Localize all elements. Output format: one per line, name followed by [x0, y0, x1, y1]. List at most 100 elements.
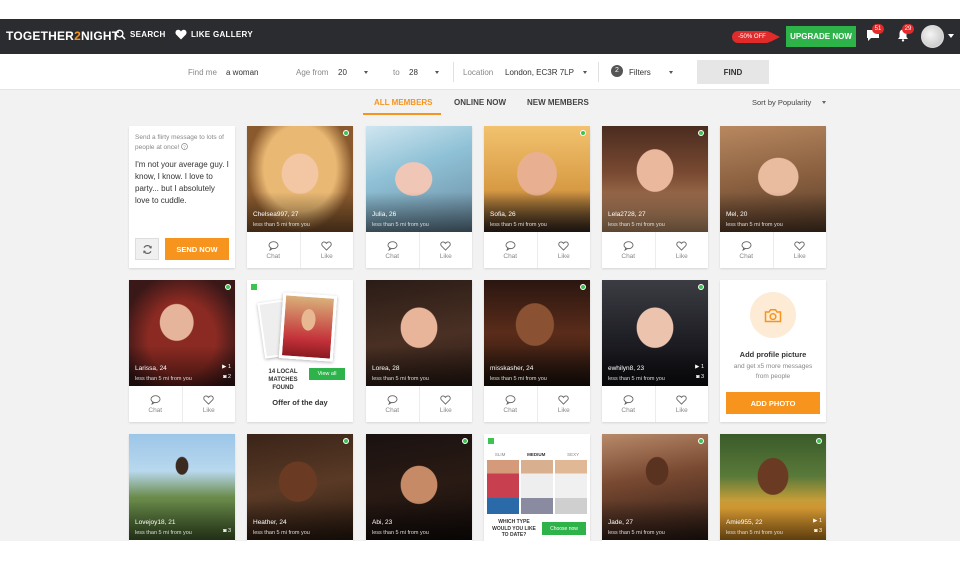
filters-dropdown[interactable]: Filters	[629, 68, 651, 77]
profile-photo[interactable]: Abi, 23 less than 5 mi from you	[366, 434, 472, 540]
chevron-down-icon[interactable]	[822, 101, 826, 104]
profile-photo[interactable]: ewhilyn8, 23 less than 5 mi from you ▶ 1…	[602, 280, 708, 386]
heart-icon	[175, 29, 187, 40]
tab-all-members[interactable]: ALL MEMBERS	[374, 98, 433, 107]
profile-photo[interactable]: Julia, 26 less than 5 mi from you	[366, 126, 472, 232]
location-select[interactable]: London, EC3R 7LP	[505, 68, 574, 77]
chat-button[interactable]: Chat	[366, 232, 419, 268]
profile-photo[interactable]: Sofia, 26 less than 5 mi from you	[484, 126, 590, 232]
profile-photo[interactable]: Larissa, 24 less than 5 mi from you ▶ 1 …	[129, 280, 235, 386]
like-button[interactable]: Like	[418, 386, 473, 422]
nav-search-link[interactable]: SEARCH	[115, 29, 166, 40]
profile-actions: Chat Like	[720, 232, 826, 268]
chevron-down-icon[interactable]	[948, 34, 954, 38]
send-now-button[interactable]: SEND NOW	[165, 238, 229, 260]
profile-photo[interactable]: Amie955, 22 less than 5 mi from you ▶ 1 …	[720, 434, 826, 540]
find-button[interactable]: FIND	[697, 60, 769, 84]
like-button[interactable]: Like	[654, 386, 709, 422]
profile-name: Abi, 23	[372, 519, 393, 526]
location-label: Location	[463, 68, 494, 77]
chat-button[interactable]: Chat	[129, 386, 182, 422]
chat-bubble-icon	[623, 394, 634, 405]
age-from-select[interactable]: 20	[338, 68, 347, 77]
profile-photo[interactable]: Lorea, 28 less than 5 mi from you	[366, 280, 472, 386]
refresh-icon	[142, 244, 152, 254]
profile-photo[interactable]: misskasher, 24 less than 5 mi from you	[484, 280, 590, 386]
profile-name: ewhilyn8, 23	[608, 365, 645, 372]
like-button[interactable]: Like	[772, 232, 827, 268]
chevron-down-icon[interactable]	[364, 71, 368, 74]
chat-button[interactable]: Chat	[720, 232, 773, 268]
logo[interactable]: TOGETHER2NIGHT	[6, 29, 119, 43]
camera-icon	[764, 308, 782, 322]
body-type-medium[interactable]: MEDIUM	[527, 452, 545, 457]
profile-name: Lorea, 28	[372, 365, 400, 372]
like-button[interactable]: Like	[418, 232, 473, 268]
chevron-down-icon[interactable]	[583, 71, 587, 74]
video-count: 1	[227, 364, 231, 370]
svg-text:?: ?	[184, 144, 187, 149]
view-all-button[interactable]: View all	[309, 368, 345, 380]
tab-online-now[interactable]: ONLINE NOW	[454, 98, 506, 107]
body-type-sexy[interactable]: SEXY	[567, 452, 579, 457]
offer-card[interactable]: 14 LOCAL MATCHES FOUND View all Offer of…	[247, 280, 353, 422]
chat-button[interactable]: Chat	[602, 386, 655, 422]
app-root: TOGETHER2NIGHT SEARCH LIKE GALLERY -50% …	[0, 0, 960, 561]
profile-photo[interactable]: Lovejoy18, 21 less than 5 mi from you ◙ …	[129, 434, 235, 540]
sort-dropdown[interactable]: Sort by Popularity	[752, 98, 811, 107]
profile-card[interactable]: Abi, 23 less than 5 mi from you	[366, 434, 472, 541]
profile-card[interactable]: Julia, 26 less than 5 mi from you Chat L…	[366, 126, 472, 268]
video-count: 1	[818, 518, 822, 524]
messages-button[interactable]: 51	[866, 24, 884, 44]
chevron-down-icon[interactable]	[435, 71, 439, 74]
tab-new-members[interactable]: NEW MEMBERS	[527, 98, 589, 107]
profile-card[interactable]: Lovejoy18, 21 less than 5 mi from you ◙ …	[129, 434, 235, 541]
chat-button[interactable]: Chat	[602, 232, 655, 268]
profile-card[interactable]: Jade, 27 less than 5 mi from you	[602, 434, 708, 541]
profile-card[interactable]: Mel, 20 less than 5 mi from you Chat Lik…	[720, 126, 826, 268]
chat-button[interactable]: Chat	[247, 232, 300, 268]
profile-card[interactable]: Larissa, 24 less than 5 mi from you ▶ 1 …	[129, 280, 235, 422]
profile-photo[interactable]: Jade, 27 less than 5 mi from you	[602, 434, 708, 540]
profile-photo[interactable]: Heather, 24 less than 5 mi from you	[247, 434, 353, 540]
add-profile-picture-card: Add profile picture and get x5 more mess…	[720, 280, 826, 422]
refresh-message-button[interactable]	[135, 238, 159, 260]
find-me-select[interactable]: a woman	[226, 68, 258, 77]
notifications-button[interactable]: 29	[896, 24, 914, 44]
body-type-card[interactable]: SLIM MEDIUM SEXY WHICH TYPE WOULD YOU LI…	[484, 434, 590, 541]
profile-card[interactable]: Chelsea997, 27 less than 5 mi from you C…	[247, 126, 353, 268]
profile-card[interactable]: misskasher, 24 less than 5 mi from you C…	[484, 280, 590, 422]
profile-actions: Chat Like	[484, 386, 590, 422]
profile-actions: Chat Like	[366, 386, 472, 422]
nav-like-gallery-label: LIKE GALLERY	[191, 30, 253, 39]
like-button[interactable]: Like	[181, 386, 236, 422]
chat-button[interactable]: Chat	[484, 386, 537, 422]
user-avatar[interactable]	[921, 25, 944, 48]
chat-button[interactable]: Chat	[484, 232, 537, 268]
help-icon[interactable]: ?	[181, 143, 189, 150]
like-button[interactable]: Like	[536, 232, 591, 268]
like-button[interactable]: Like	[654, 232, 709, 268]
add-photo-button[interactable]: ADD PHOTO	[726, 392, 820, 414]
profile-card[interactable]: Amie955, 22 less than 5 mi from you ▶ 1 …	[720, 434, 826, 541]
profile-photo[interactable]: Mel, 20 less than 5 mi from you	[720, 126, 826, 232]
profile-card[interactable]: Lela2728, 27 less than 5 mi from you Cha…	[602, 126, 708, 268]
profile-card[interactable]: Heather, 24 less than 5 mi from you	[247, 434, 353, 541]
age-to-select[interactable]: 28	[409, 68, 418, 77]
chat-button[interactable]: Chat	[366, 386, 419, 422]
media-counts: ▶ 1 ◙ 3	[695, 362, 704, 382]
like-button[interactable]: Like	[536, 386, 591, 422]
profile-distance: less than 5 mi from you	[372, 530, 429, 536]
choose-now-button[interactable]: Choose now	[542, 522, 586, 535]
profile-photo[interactable]: Lela2728, 27 less than 5 mi from you	[602, 126, 708, 232]
profile-card[interactable]: Lorea, 28 less than 5 mi from you Chat L…	[366, 280, 472, 422]
chevron-down-icon[interactable]	[669, 71, 673, 74]
profile-card[interactable]: Sofia, 26 less than 5 mi from you Chat L…	[484, 126, 590, 268]
body-type-slim[interactable]: SLIM	[495, 452, 506, 457]
profile-card[interactable]: ewhilyn8, 23 less than 5 mi from you ▶ 1…	[602, 280, 708, 422]
like-button[interactable]: Like	[299, 232, 354, 268]
nav-like-gallery-link[interactable]: LIKE GALLERY	[175, 29, 253, 40]
upgrade-now-button[interactable]: UPGRADE NOW	[786, 26, 856, 47]
profile-photo[interactable]: Chelsea997, 27 less than 5 mi from you	[247, 126, 353, 232]
add-photo-icon-circle[interactable]	[750, 292, 796, 338]
